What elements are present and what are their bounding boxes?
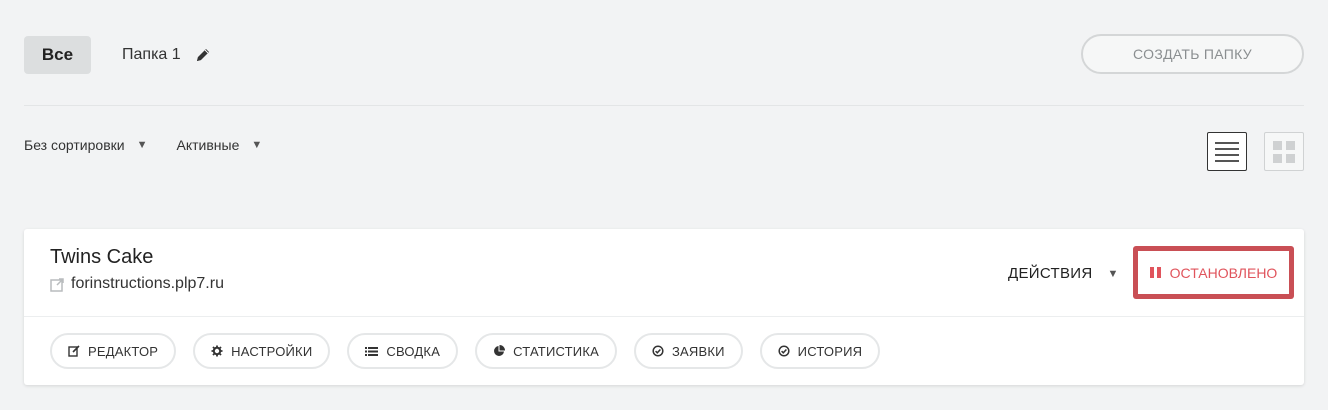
folder-tabs: Все Папка 1 xyxy=(24,36,211,74)
status-filter-label: Активные xyxy=(176,137,240,153)
settings-button-label: НАСТРОЙКИ xyxy=(231,343,313,359)
check-circle-icon xyxy=(652,345,664,357)
statistics-button-label: СТАТИСТИКА xyxy=(513,343,599,359)
settings-button[interactable]: НАСТРОЙКИ xyxy=(193,333,331,369)
folder-tab-all[interactable]: Все xyxy=(24,36,91,74)
status-highlight: ОСТАНОВЛЕНО xyxy=(1133,246,1294,299)
pie-chart-icon xyxy=(494,345,506,356)
chevron-down-icon: ▼ xyxy=(1107,267,1119,280)
history-button[interactable]: ИСТОРИЯ xyxy=(759,333,881,369)
grid-view-icon xyxy=(1273,140,1282,150)
filter-bar: Без сортировки ▼ Активные ▼ xyxy=(24,137,262,153)
status-filter-dropdown[interactable]: Активные ▼ xyxy=(176,137,262,153)
pause-icon xyxy=(1149,267,1161,278)
check-circle-icon xyxy=(778,345,790,357)
requests-button[interactable]: ЗАЯВКИ xyxy=(633,333,743,369)
status-label: ОСТАНОВЛЕНО xyxy=(1169,264,1278,281)
summary-button-label: СВОДКА xyxy=(386,343,441,359)
site-url-link[interactable]: forinstructions.plp7.ru xyxy=(50,275,224,293)
actions-dropdown[interactable]: ДЕЙСТВИЯ ▼ xyxy=(1008,265,1119,282)
editor-button[interactable]: РЕДАКТОР xyxy=(50,333,177,369)
grid-view-button[interactable] xyxy=(1264,132,1304,171)
create-folder-button[interactable]: СОЗДАТЬ ПАПКУ xyxy=(1081,34,1304,74)
pencil-icon[interactable] xyxy=(195,47,211,63)
site-name[interactable]: Twins Cake xyxy=(50,246,153,269)
tool-buttons: РЕДАКТОР НАСТРОЙКИ СВОДКА СТАТИСТИКА ЗАЯ… xyxy=(50,333,897,369)
sort-dropdown-label: Без сортировки xyxy=(24,137,125,153)
list-view-icon-line xyxy=(1215,147,1239,150)
status-button[interactable]: ОСТАНОВЛЕНО xyxy=(1138,251,1289,294)
folder-tab-folder1[interactable]: Папка 1 xyxy=(122,46,211,64)
list-view-icon-line xyxy=(1215,159,1239,162)
summary-button[interactable]: СВОДКА xyxy=(347,333,459,369)
header-divider xyxy=(24,105,1304,106)
folder-tab-label: Папка 1 xyxy=(122,46,181,63)
chevron-down-icon: ▼ xyxy=(136,139,148,151)
requests-button-label: ЗАЯВКИ xyxy=(671,343,725,359)
history-button-label: ИСТОРИЯ xyxy=(797,343,863,359)
card-divider xyxy=(24,316,1304,317)
list-icon xyxy=(365,346,379,356)
chevron-down-icon: ▼ xyxy=(251,139,263,151)
actions-label: ДЕЙСТВИЯ xyxy=(1008,265,1093,282)
edit-icon xyxy=(68,345,80,357)
list-view-icon-line xyxy=(1215,153,1239,156)
editor-button-label: РЕДАКТОР xyxy=(88,343,159,359)
list-view-button[interactable] xyxy=(1207,132,1247,171)
list-view-icon xyxy=(1215,141,1239,144)
grid-view-icon-cell xyxy=(1286,153,1295,163)
statistics-button[interactable]: СТАТИСТИКА xyxy=(475,333,617,369)
site-card: Twins Cake forinstructions.plp7.ru ДЕЙСТ… xyxy=(24,229,1304,385)
sort-dropdown[interactable]: Без сортировки ▼ xyxy=(24,137,147,153)
external-link-icon xyxy=(50,277,64,292)
grid-view-icon-cell xyxy=(1273,153,1282,163)
gear-icon xyxy=(211,345,223,357)
site-url-text: forinstructions.plp7.ru xyxy=(71,275,224,292)
grid-view-icon-cell xyxy=(1286,140,1295,150)
